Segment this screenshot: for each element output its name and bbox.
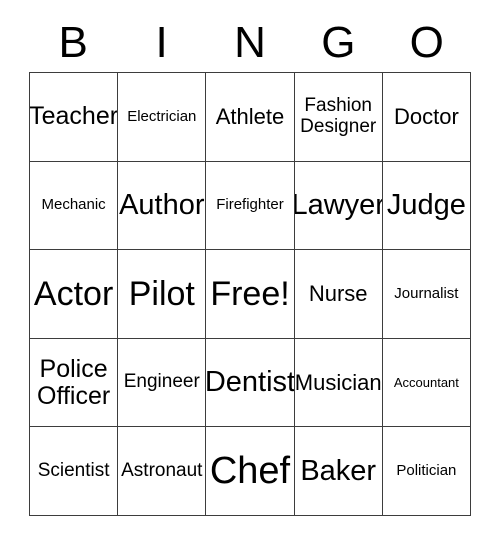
bingo-cell-label: Astronaut [121, 459, 203, 481]
bingo-cell-label: Free! [210, 274, 290, 313]
bingo-cell[interactable]: Firefighter [206, 161, 295, 251]
bingo-cell[interactable]: Scientist [30, 427, 119, 516]
bingo-cell[interactable]: Journalist [382, 250, 471, 339]
bingo-header-letter-o: O [409, 18, 444, 67]
bingo-grid: Teacher Electrician Athlete Fashion Desi… [29, 72, 471, 516]
bingo-cell-label: Baker [300, 454, 377, 487]
bingo-cell-label: Dentist [206, 365, 295, 398]
bingo-cell-label: Pilot [128, 274, 195, 313]
bingo-cell[interactable]: Actor [30, 250, 119, 339]
bingo-cell[interactable]: Lawyer [294, 161, 383, 251]
bingo-header-letter-b: B [58, 18, 88, 67]
bingo-cell-label: Police Officer [37, 354, 111, 410]
bingo-cell[interactable]: Athlete [206, 73, 295, 162]
bingo-cell-label: Firefighter [216, 196, 284, 214]
bingo-cell[interactable]: Fashion Designer [294, 73, 383, 162]
bingo-cell-label: Author [119, 188, 205, 221]
bingo-cell[interactable]: Dentist [206, 338, 295, 428]
bingo-cell-label: Engineer [123, 371, 200, 393]
bingo-cell-label: Athlete [215, 103, 285, 129]
bingo-cell-label: Musician [294, 369, 382, 395]
bingo-cell-label: Accountant [393, 374, 459, 390]
bingo-cell-label: Chef [209, 449, 291, 492]
bingo-cell[interactable]: Mechanic [30, 161, 119, 251]
bingo-cell-label: Mechanic [41, 196, 106, 214]
bingo-cell[interactable]: Judge [382, 161, 471, 251]
bingo-cell[interactable]: Teacher [30, 73, 119, 162]
bingo-header: B I N G O [29, 14, 471, 72]
bingo-cell-label: Politician [396, 462, 457, 480]
bingo-cell-label: Actor [33, 274, 114, 313]
bingo-cell-label: Journalist [394, 284, 459, 302]
bingo-cell-label: Fashion Designer [300, 95, 377, 137]
bingo-card: B I N G O Teacher Electrician Athlete Fa… [29, 14, 471, 516]
bingo-cell[interactable]: Police Officer [30, 338, 119, 428]
bingo-cell[interactable]: Nurse [294, 250, 383, 339]
bingo-cell-label: Teacher [30, 102, 119, 131]
bingo-cell-label: Judge [386, 188, 466, 221]
bingo-header-letter-g: G [321, 18, 356, 67]
bingo-cell[interactable]: Pilot [118, 250, 207, 339]
bingo-cell[interactable]: Doctor [382, 73, 471, 162]
bingo-cell[interactable]: Engineer [118, 338, 207, 428]
bingo-cell[interactable]: Author [118, 161, 207, 251]
bingo-cell[interactable]: Baker [294, 427, 383, 516]
bingo-cell[interactable]: Chef [206, 427, 295, 516]
bingo-cell-label: Doctor [393, 103, 459, 129]
bingo-cell[interactable]: Politician [382, 427, 471, 516]
bingo-cell-free[interactable]: Free! [206, 250, 295, 339]
bingo-header-letter-i: I [155, 18, 168, 67]
bingo-cell[interactable]: Musician [294, 338, 383, 428]
bingo-cell[interactable]: Accountant [382, 338, 471, 428]
bingo-cell[interactable]: Electrician [118, 73, 207, 162]
bingo-cell-label: Scientist [37, 459, 110, 481]
bingo-cell[interactable]: Astronaut [118, 427, 207, 516]
bingo-cell-label: Electrician [127, 107, 197, 125]
bingo-cell-label: Lawyer [294, 188, 383, 221]
bingo-cell-label: Nurse [308, 281, 368, 307]
bingo-header-letter-n: N [234, 18, 266, 67]
